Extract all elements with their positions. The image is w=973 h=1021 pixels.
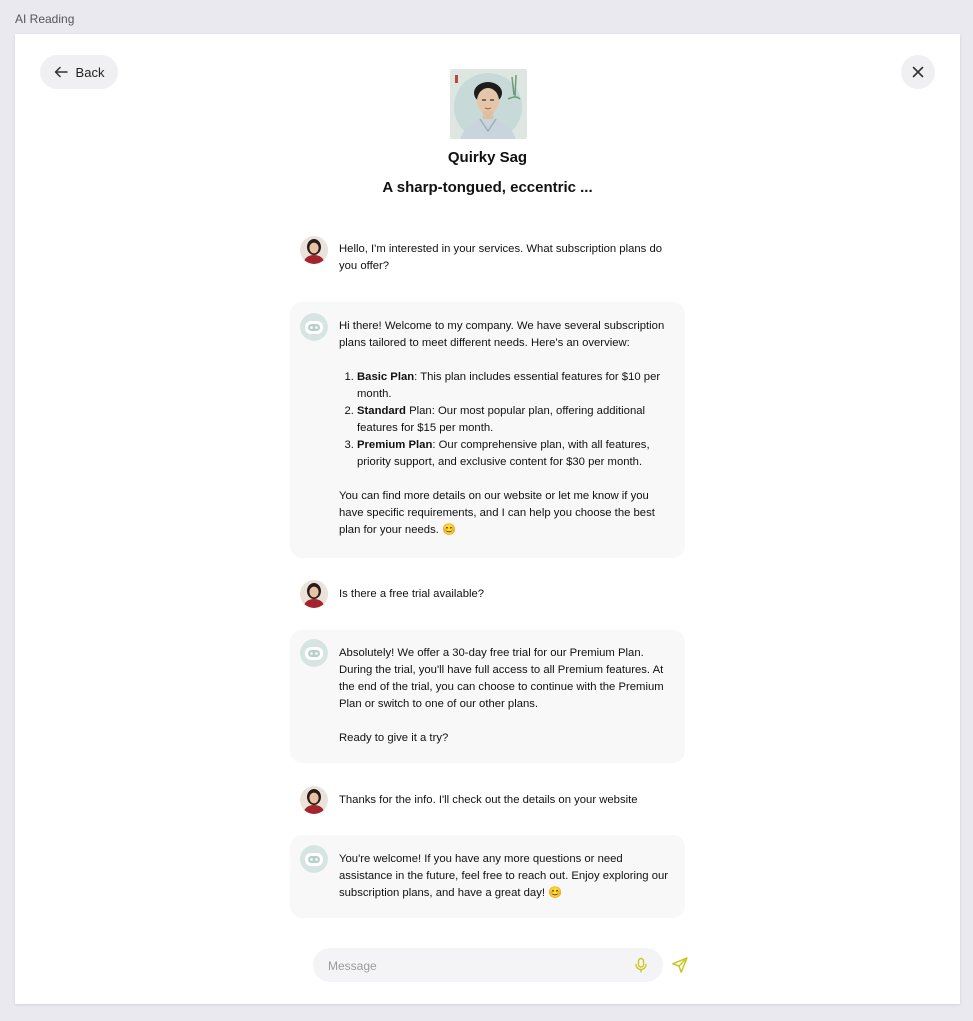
message-text: Is there a free trial available? <box>339 588 485 600</box>
user-message: Is there a free trial available? <box>290 578 685 610</box>
user-avatar <box>300 580 328 608</box>
assistant-message: Absolutely! We offer a 30-day free trial… <box>290 630 685 763</box>
plan-name: Basic Plan <box>357 371 415 383</box>
robot-avatar-icon <box>300 845 328 873</box>
plan-item: Basic Plan: This plan includes essential… <box>357 369 673 403</box>
robot-avatar-icon <box>300 639 328 667</box>
user-message: Thanks for the info. I'll check out the … <box>290 784 685 816</box>
send-button[interactable] <box>671 956 689 974</box>
persona-name: Quirky Sag <box>447 149 528 166</box>
message-text: Thanks for the info. I'll check out the … <box>339 794 638 806</box>
chat-panel: Back Quirky Sag A sharp-tongued, eccentr… <box>15 34 960 1004</box>
user-avatar <box>300 236 328 264</box>
plan-name: Standard <box>357 405 406 417</box>
plan-item: Standard Plan: Our most popular plan, of… <box>357 403 673 437</box>
send-icon <box>672 957 688 973</box>
assistant-message: Hi there! Welcome to my company. We have… <box>290 302 685 558</box>
user-message: Hello, I'm interested in your services. … <box>290 233 685 273</box>
message-text: Hi there! Welcome to my company. We have… <box>339 320 665 349</box>
persona-description: A sharp-tongued, eccentric ... <box>382 179 593 196</box>
user-avatar <box>300 786 328 814</box>
plan-item: Premium Plan: Our comprehensive plan, wi… <box>357 437 673 471</box>
microphone-button[interactable] <box>633 957 649 973</box>
back-button[interactable]: Back <box>40 55 118 89</box>
assistant-message: You're welcome! If you have any more que… <box>290 835 685 918</box>
robot-avatar-icon <box>300 313 328 341</box>
message-input[interactable] <box>326 956 620 976</box>
plan-list: Basic Plan: This plan includes essential… <box>339 369 673 471</box>
back-arrow-icon <box>54 66 68 78</box>
plan-name: Premium Plan <box>357 439 433 451</box>
close-button[interactable] <box>901 55 935 89</box>
message-text: You're welcome! If you have any more que… <box>339 853 669 899</box>
message-text: Hello, I'm interested in your services. … <box>339 243 663 272</box>
message-text: You can find more details on our website… <box>339 490 655 536</box>
close-icon <box>912 66 924 78</box>
message-text: Ready to give it a try? <box>339 732 449 744</box>
message-composer <box>313 948 663 982</box>
app-title: AI Reading <box>15 12 75 26</box>
persona-avatar <box>450 69 527 139</box>
back-label: Back <box>75 64 105 80</box>
message-text: Absolutely! We offer a 30-day free trial… <box>339 647 664 710</box>
microphone-icon <box>635 957 647 973</box>
